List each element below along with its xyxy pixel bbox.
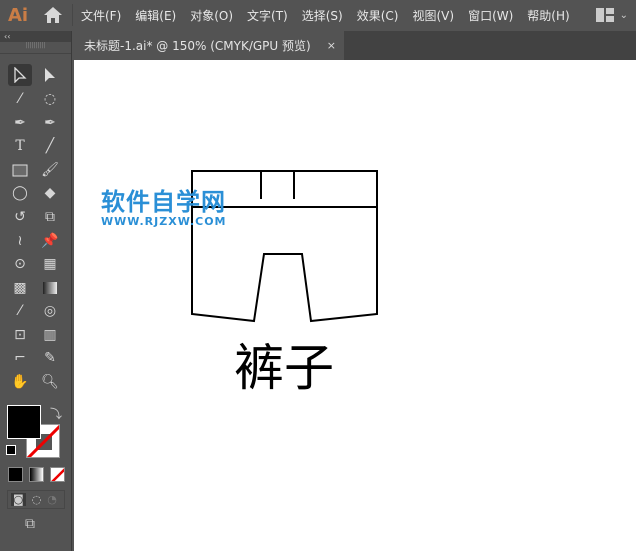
watermark: 软件自学网 WWW.RJZXW.COM (101, 188, 227, 228)
pants-label[interactable]: 裤子 (234, 338, 334, 398)
watermark-url: WWW.RJZXW.COM (101, 215, 227, 228)
watermark-title: 软件自学网 (101, 188, 226, 216)
pants-drawing[interactable] (0, 0, 636, 551)
